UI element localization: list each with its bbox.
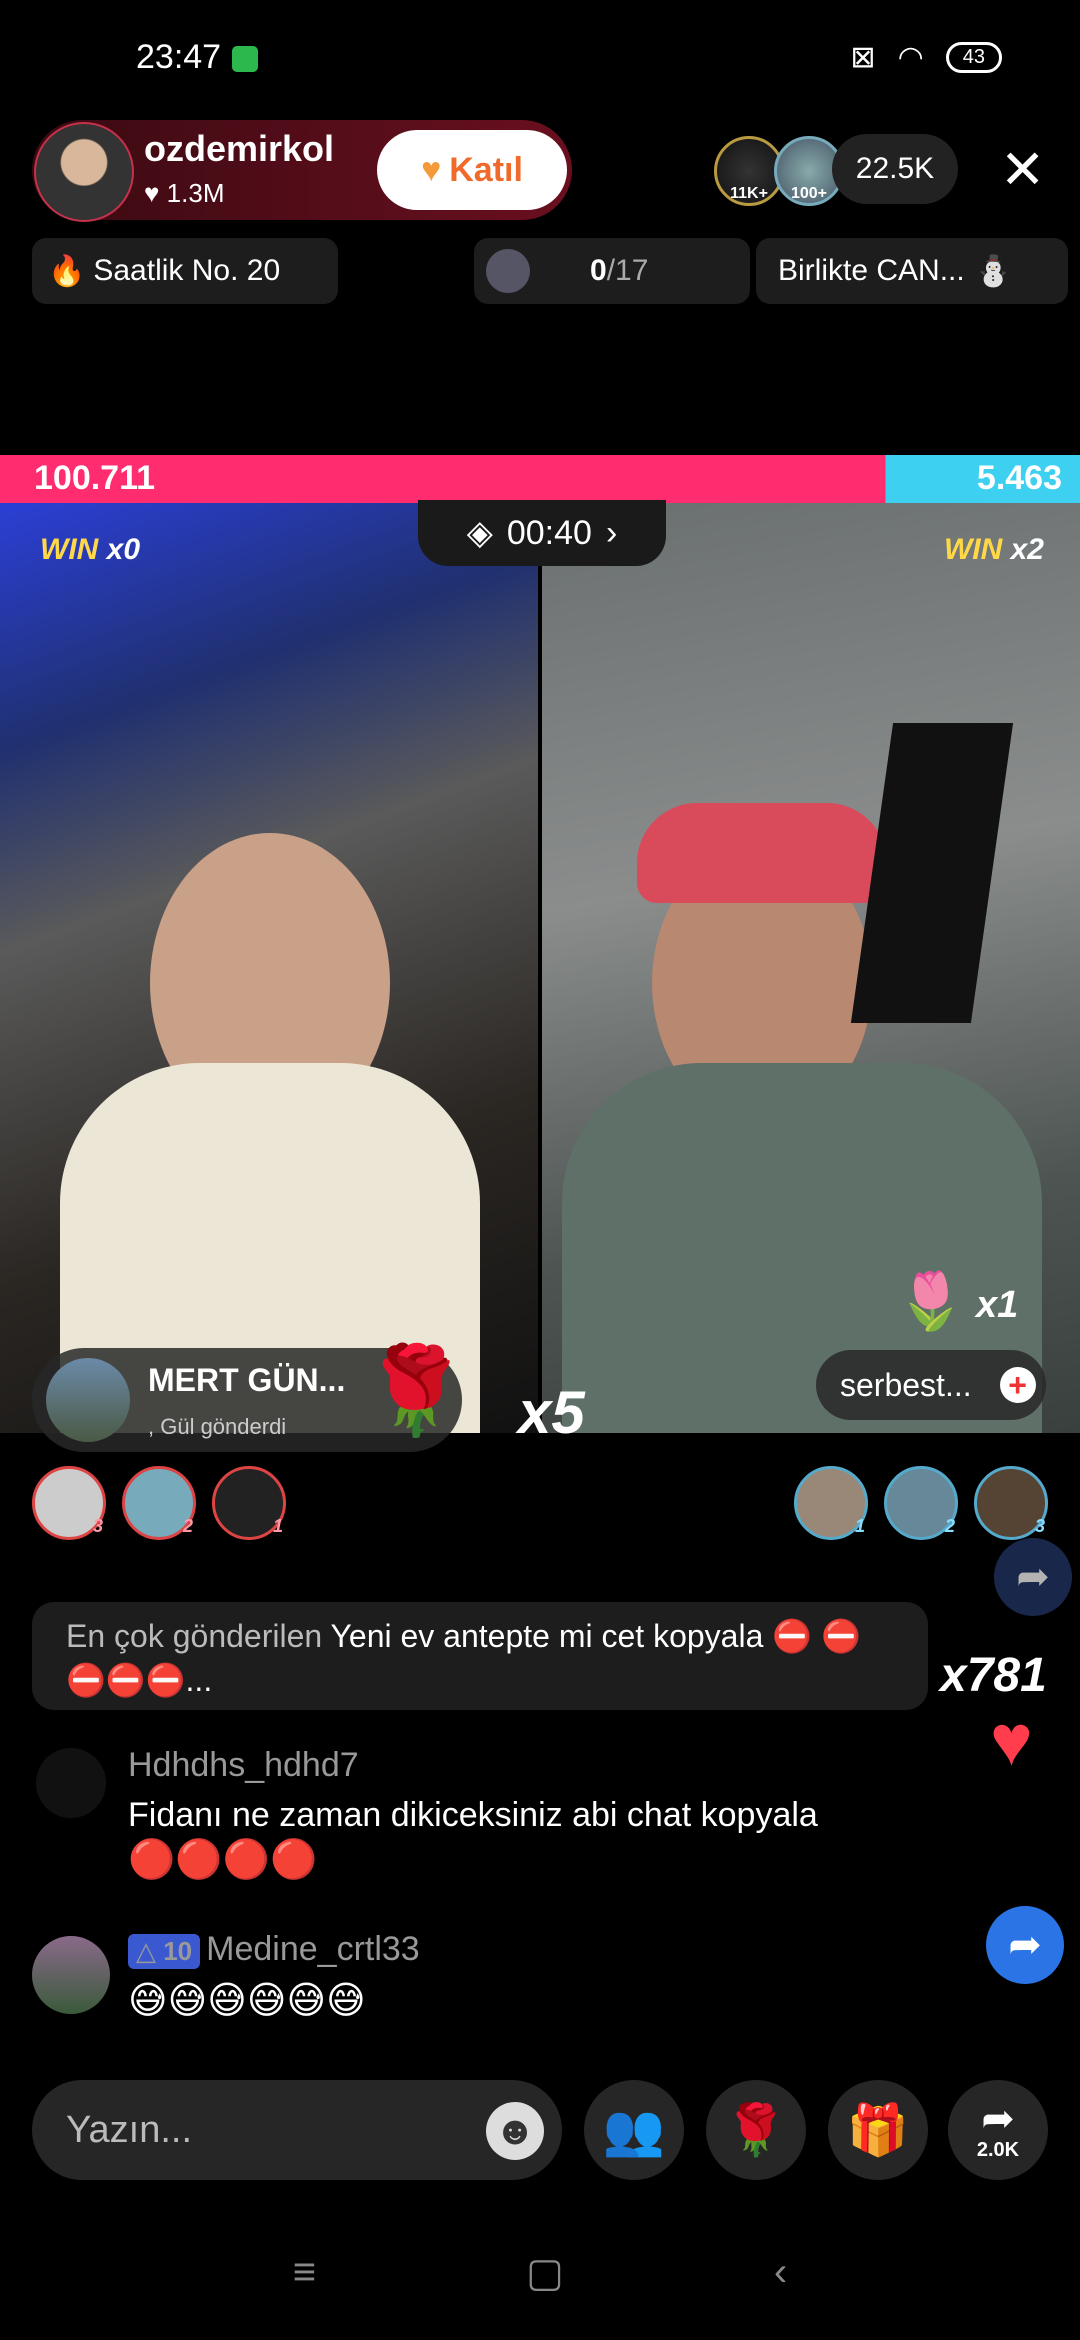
- share-icon-faded[interactable]: ➦: [994, 1538, 1072, 1616]
- comment-message: 😅😅😅😅😅😅: [128, 1980, 366, 2022]
- rank-left-3[interactable]: 1: [212, 1466, 286, 1540]
- score-left: 100.711: [34, 459, 156, 497]
- hourly-rank-pill[interactable]: 🔥 Saatlik No. 20: [32, 238, 338, 304]
- gift-count: x5: [518, 1379, 585, 1446]
- gift-icon: 🎁: [846, 2101, 910, 2158]
- comment-avatar[interactable]: [36, 1748, 106, 1818]
- share-arrow-icon: ➦: [981, 2096, 1015, 2141]
- back-icon[interactable]: ‹: [774, 2250, 787, 2310]
- diamond-icon: ◈: [466, 514, 493, 552]
- heart-icon[interactable]: ♥: [990, 1700, 1033, 1782]
- comment-username[interactable]: △ 10 Medine_crtl33: [128, 1930, 420, 1969]
- rose-gift-icon: 🌹: [362, 1343, 470, 1439]
- score-right: 5.463: [976, 459, 1062, 497]
- level-badge: △ 10: [128, 1933, 201, 1969]
- right-gift-count: x1: [976, 1284, 1019, 1326]
- share-icon[interactable]: ➦: [986, 1906, 1064, 1984]
- gift-button[interactable]: 🎁: [828, 2080, 928, 2180]
- rose-gift-button[interactable]: 🌹: [706, 2080, 806, 2180]
- win-count-left: WIN x0: [40, 533, 141, 566]
- rank-left-1[interactable]: 3: [32, 1466, 106, 1540]
- top-gift-message: En çok gönderilen Yeni ev antepte mi cet…: [32, 1602, 928, 1710]
- host-name: ozdemirkol: [144, 128, 335, 169]
- close-icon[interactable]: ✕: [1000, 143, 1045, 197]
- right-gifter-pill[interactable]: serbest... +: [816, 1350, 1046, 1420]
- emoji-icon[interactable]: ☻: [486, 2102, 544, 2160]
- status-bar: 23:47 ⊠ ◠ 43: [0, 38, 1080, 88]
- fire-icon: 🔥: [48, 254, 86, 288]
- comment-message: Fidanı ne zaman dikiceksiniz abi chat ko…: [128, 1796, 818, 1834]
- multi-guest-button[interactable]: 👥: [584, 2080, 684, 2180]
- gift-subtitle: , Gül gönderdi: [148, 1414, 287, 1439]
- host-avatar[interactable]: [34, 122, 134, 222]
- no-sim-icon: ⊠: [850, 41, 876, 74]
- tulip-gift-icon: 🌷: [896, 1269, 966, 1332]
- share-button[interactable]: ➦ 2.0K: [948, 2080, 1048, 2180]
- comment-username[interactable]: Hdhdhs_hdhd7: [128, 1746, 359, 1785]
- status-icons: ⊠ ◠ 43: [850, 40, 1002, 75]
- like-count: x781: [940, 1649, 1047, 1702]
- host-info[interactable]: ozdemirkol ♥ 1.3M ♥ Katıl: [32, 120, 572, 222]
- flag: [850, 723, 1014, 1023]
- gifter-avatar: [46, 1358, 130, 1442]
- rank-right-3[interactable]: 3: [974, 1466, 1048, 1540]
- video-left[interactable]: WIN x0: [0, 503, 538, 1433]
- join-button[interactable]: ♥ Katıl: [377, 130, 567, 210]
- gifter-name: MERT GÜN...: [148, 1362, 346, 1398]
- system-nav-bar: ≡ ▢ ‹: [0, 2250, 1080, 2310]
- comment-avatar[interactable]: [32, 1936, 110, 2014]
- menu-icon[interactable]: ≡: [293, 2250, 316, 2310]
- comment-emojis: 🔴🔴🔴🔴: [128, 1839, 318, 1881]
- heart-icon: ♥: [144, 178, 160, 208]
- host-likes: ♥ 1.3M: [144, 178, 225, 208]
- together-pill[interactable]: Birlikte CAN... ⛄: [756, 238, 1068, 304]
- battery-icon: 43: [945, 42, 1002, 73]
- add-icon[interactable]: +: [999, 1367, 1036, 1403]
- clock: 23:47: [136, 38, 222, 76]
- battle-timer[interactable]: ◈ 00:40 ›: [418, 500, 666, 566]
- battle-score-bar: 100.711 5.463: [0, 455, 1080, 503]
- goal-progress-pill[interactable]: 0/17: [474, 238, 750, 304]
- chevron-right-icon: ›: [605, 513, 618, 552]
- share-count: 2.0K: [976, 2138, 1020, 2161]
- rank-right-1[interactable]: 1: [794, 1466, 868, 1540]
- wifi-icon: ◠: [897, 41, 924, 74]
- rank-left-2[interactable]: 2: [122, 1466, 196, 1540]
- viewer-count[interactable]: 22.5K: [832, 134, 958, 204]
- people-icon: 👥: [602, 2101, 666, 2158]
- snowman-icon: ⛄: [974, 254, 1013, 288]
- win-count-right: WIN x2: [943, 533, 1044, 566]
- screen-record-icon: [232, 46, 258, 72]
- home-icon[interactable]: ▢: [526, 2250, 564, 2310]
- goal-progress: 0/17: [590, 254, 649, 287]
- headscarf: [637, 803, 887, 903]
- rose-icon: 🌹: [724, 2101, 788, 2158]
- heart-plus-icon: ♥: [421, 150, 442, 189]
- comment-input[interactable]: Yazın... ☻: [32, 2080, 562, 2180]
- goal-avatar-icon: [486, 249, 530, 293]
- rank-right-2[interactable]: 2: [884, 1466, 958, 1540]
